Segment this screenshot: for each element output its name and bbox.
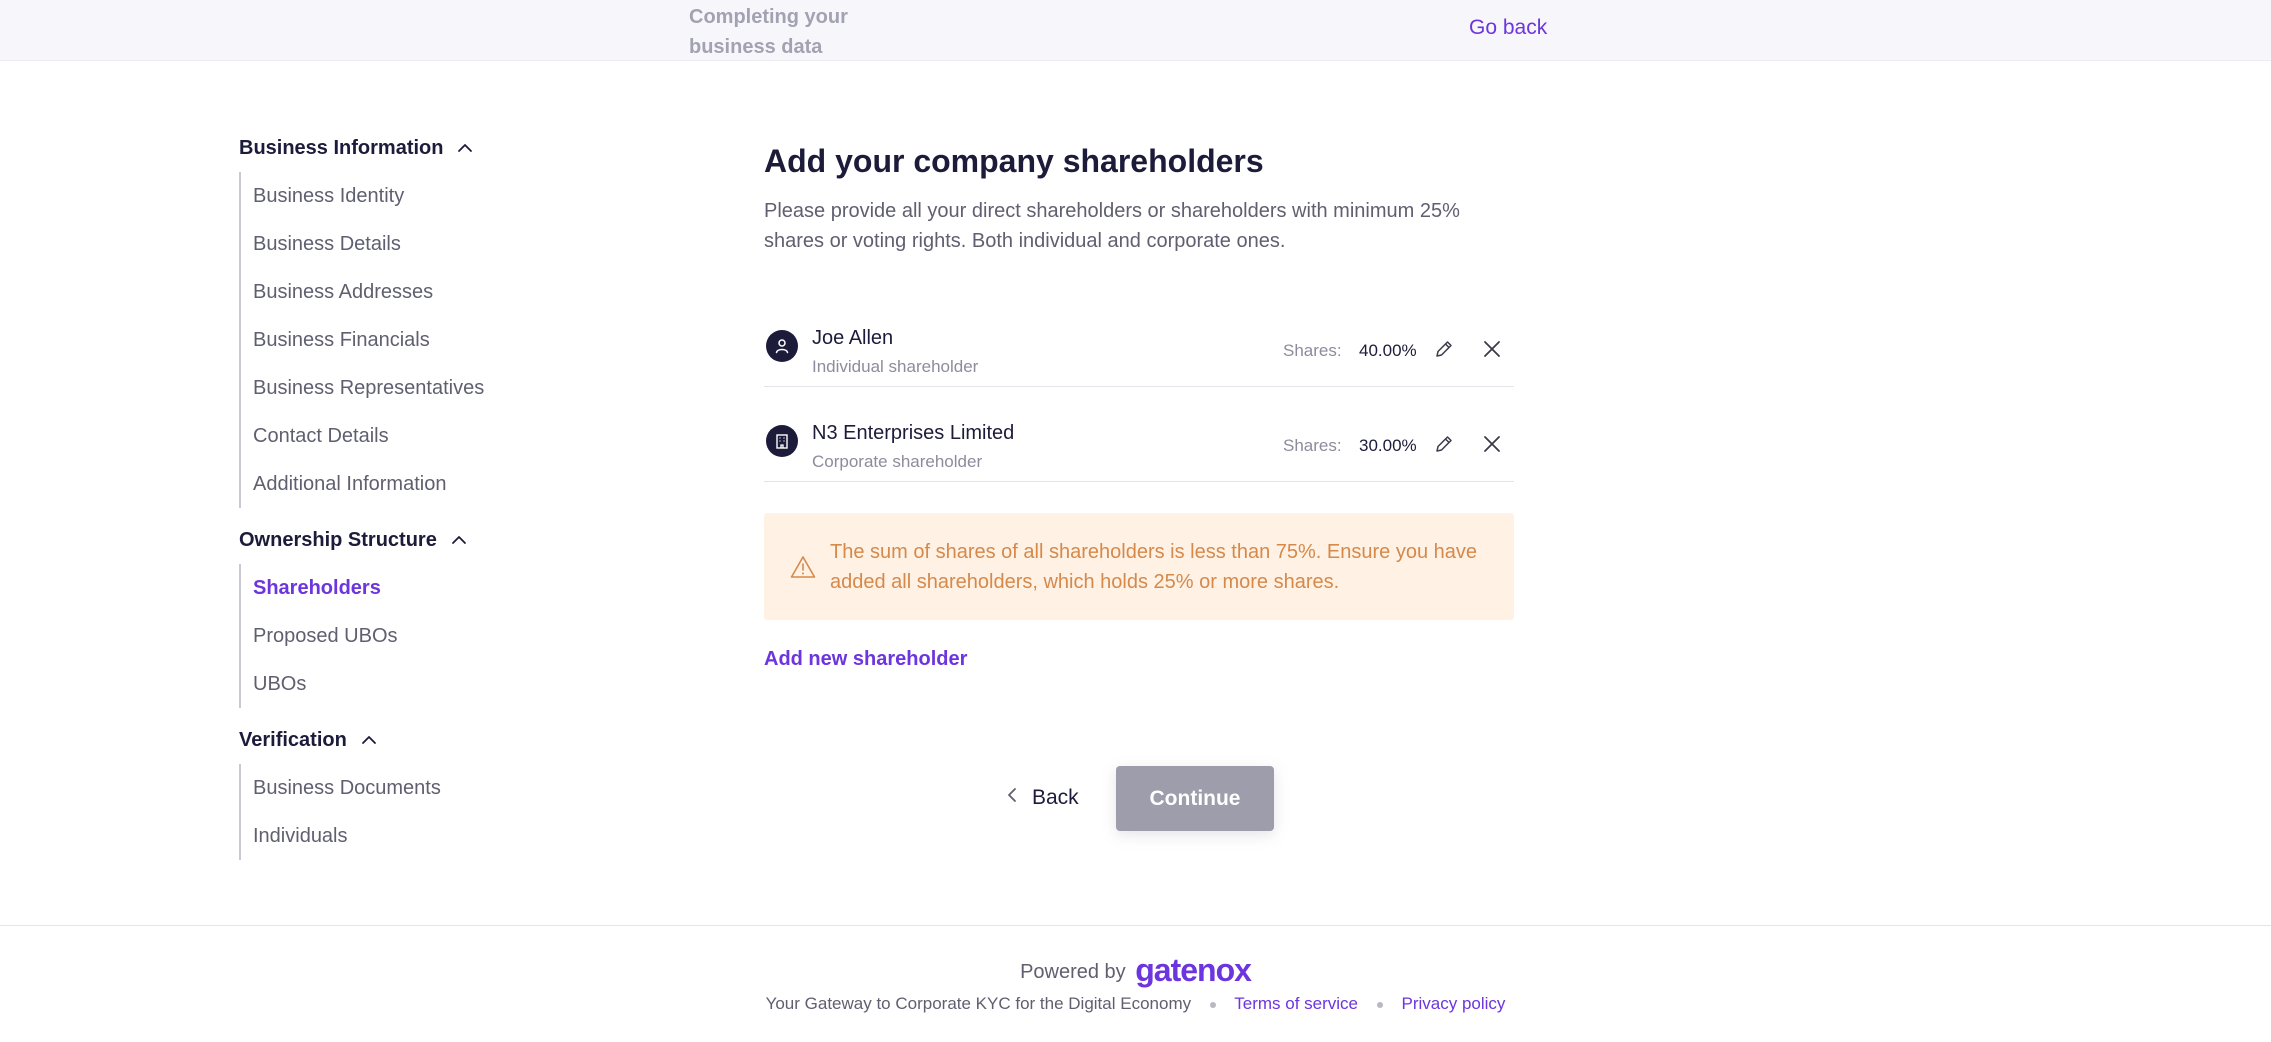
chevron-left-icon (1006, 786, 1018, 810)
footer-tagline: Your Gateway to Corporate KYC for the Di… (765, 994, 1192, 1013)
shareholder-name: N3 Enterprises Limited (812, 422, 1015, 444)
sidebar-section-items: Shareholders Proposed UBOs UBOs (239, 564, 639, 708)
continue-button[interactable]: Continue (1116, 766, 1274, 831)
sidebar-nav: Business Information Business Identity B… (239, 130, 639, 874)
sidebar-item-ubos[interactable]: UBOs (241, 660, 639, 708)
edit-shareholder-button[interactable] (1431, 338, 1457, 364)
shares-value: 30.00% (1359, 436, 1417, 455)
powered-by: Powered by gatenox (0, 952, 2271, 989)
sidebar-section-business-information[interactable]: Business Information (239, 130, 639, 166)
page-description: Please provide all your direct sharehold… (764, 200, 1460, 252)
close-icon (1482, 339, 1502, 364)
page-header-title: Completing your business data (689, 6, 848, 58)
warning-triangle-icon (790, 555, 816, 584)
sidebar-item-additional-information[interactable]: Additional Information (241, 460, 639, 508)
chevron-up-icon (455, 138, 475, 158)
sidebar-item-business-details[interactable]: Business Details (241, 220, 639, 268)
footer-links: Your Gateway to Corporate KYC for the Di… (0, 994, 2271, 1014)
back-button-label: Back (1032, 786, 1079, 809)
sidebar-item-business-representatives[interactable]: Business Representatives (241, 364, 639, 412)
shares-warning-alert: The sum of shares of all shareholders is… (764, 513, 1514, 620)
sidebar-item-business-identity[interactable]: Business Identity (241, 172, 639, 220)
shareholder-type: Corporate shareholder (812, 452, 983, 471)
sidebar-item-contact-details[interactable]: Contact Details (241, 412, 639, 460)
footer: Powered by gatenox Your Gateway to Corpo… (0, 925, 2271, 1042)
edit-shareholder-button[interactable] (1431, 433, 1457, 459)
sidebar-item-business-financials[interactable]: Business Financials (241, 316, 639, 364)
sidebar-item-shareholders[interactable]: Shareholders (241, 564, 639, 612)
separator-dot (1376, 1001, 1383, 1008)
sidebar-section-title: Business Information (239, 136, 444, 159)
privacy-policy-link[interactable]: Privacy policy (1401, 994, 1505, 1013)
go-back-link[interactable]: Go back (1469, 16, 1547, 40)
shareholder-row: N3 Enterprises Limited Corporate shareho… (764, 412, 1514, 482)
warning-text: The sum of shares of all shareholders is… (830, 541, 1478, 593)
remove-shareholder-button[interactable] (1478, 432, 1506, 460)
sidebar-section-ownership-structure[interactable]: Ownership Structure (239, 522, 639, 558)
gatenox-logo: gatenox (1135, 952, 1252, 988)
sidebar-item-business-addresses[interactable]: Business Addresses (241, 268, 639, 316)
pencil-icon (1434, 434, 1454, 459)
building-icon (766, 425, 798, 457)
add-new-shareholder-link[interactable]: Add new shareholder (764, 648, 967, 671)
shareholder-name: Joe Allen (812, 327, 894, 349)
chevron-up-icon (359, 730, 379, 750)
pencil-icon (1434, 339, 1454, 364)
shares-label: Shares: (1283, 436, 1342, 455)
page-title: Add your company shareholders (764, 143, 1264, 179)
back-button[interactable]: Back (1006, 775, 1079, 821)
sidebar-section-title: Verification (239, 728, 347, 751)
shares-label: Shares: (1283, 341, 1342, 360)
shares-value: 40.00% (1359, 341, 1417, 360)
sidebar-item-business-documents[interactable]: Business Documents (241, 764, 639, 812)
person-icon (766, 330, 798, 362)
powered-by-label: Powered by (1020, 961, 1126, 983)
sidebar-section-verification[interactable]: Verification (239, 722, 639, 758)
shareholder-row: Joe Allen Individual shareholder Shares:… (764, 317, 1514, 387)
top-bar: Completing your business data Go back (0, 0, 2271, 61)
remove-shareholder-button[interactable] (1478, 337, 1506, 365)
shareholder-type: Individual shareholder (812, 357, 979, 376)
sidebar-section-title: Ownership Structure (239, 528, 437, 551)
sidebar-item-individuals[interactable]: Individuals (241, 812, 639, 860)
separator-dot (1209, 1001, 1216, 1008)
chevron-up-icon (449, 530, 469, 550)
sidebar-section-items: Business Identity Business Details Busin… (239, 172, 639, 508)
sidebar-item-proposed-ubos[interactable]: Proposed UBOs (241, 612, 639, 660)
terms-of-service-link[interactable]: Terms of service (1234, 994, 1358, 1013)
close-icon (1482, 434, 1502, 459)
sidebar-section-items: Business Documents Individuals (239, 764, 639, 860)
